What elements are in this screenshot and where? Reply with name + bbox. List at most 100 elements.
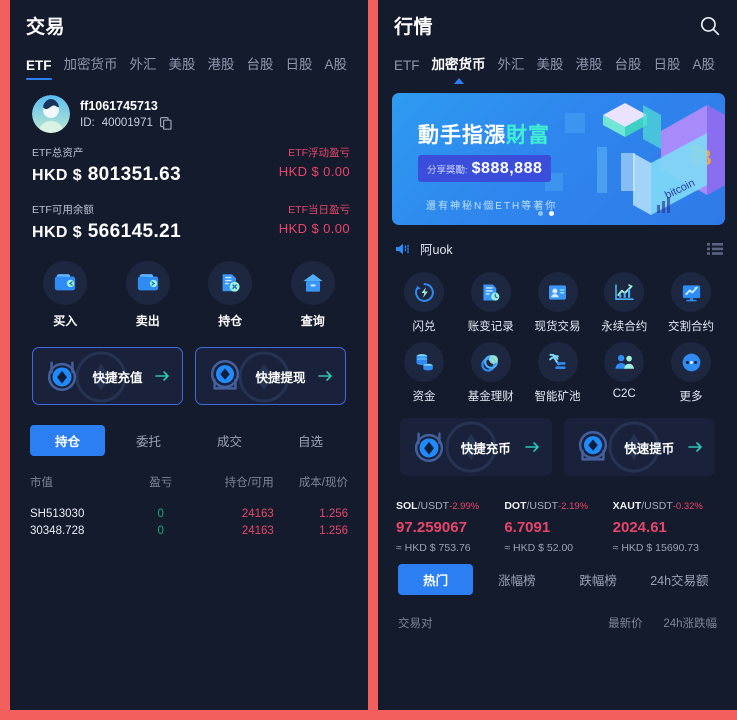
banner-dot-active[interactable] <box>549 211 554 216</box>
ticker-fiat-value: ≈ HKD $ 52.00 <box>504 542 574 554</box>
announcement-bar[interactable]: 阿uok <box>378 225 737 264</box>
tab-watchlist[interactable]: 自选 <box>273 425 348 456</box>
markets-title: 行情 <box>394 17 434 38</box>
ticker-strip: SOL/USDT-2.99% 97.259067 ≈ HKD $ 753.76 … <box>378 486 737 554</box>
feature-more[interactable]: 更多 <box>663 342 719 404</box>
people-icon <box>615 354 634 369</box>
sell-button[interactable]: 卖出 <box>125 261 170 329</box>
tab-positions[interactable]: 持仓 <box>30 425 105 456</box>
tab-hot[interactable]: 热门 <box>398 564 474 595</box>
table-row[interactable]: SH513030 0 24163 1.256 <box>10 506 368 523</box>
action-label: 卖出 <box>135 314 160 328</box>
perpetual-chart-icon <box>614 283 634 300</box>
icon-wrapper <box>671 342 711 382</box>
promo-banner[interactable]: B bitcoin 動手指漲財富 分享獎勵: <box>392 93 725 225</box>
quick-withdraw-coin-card[interactable]: 快速提币 <box>563 418 715 476</box>
banner-headline: 動手指漲財富 <box>418 119 550 149</box>
tab-label: ETF <box>394 58 420 73</box>
tab-label: 加密货币 <box>431 57 486 72</box>
ticker-price: 97.259067 <box>396 519 467 536</box>
tab-gainers[interactable]: 涨幅榜 <box>479 564 554 595</box>
icon-wrapper <box>470 272 511 312</box>
feature-futures-contract[interactable]: 交割合约 <box>663 272 719 334</box>
quick-deposit-card[interactable]: 快捷充值 <box>32 347 183 405</box>
tab-fills[interactable]: 成交 <box>192 425 267 456</box>
tab-hk-stocks-left[interactable]: 港股 <box>202 51 241 83</box>
user-id-row: ID: 40001971 <box>80 117 172 130</box>
feature-account-history[interactable]: 账变记录 <box>463 272 519 334</box>
ticker-card[interactable]: DOT/USDT-2.19% 6.7091 ≈ HKD $ 52.00 <box>504 500 612 554</box>
tab-a-shares-left[interactable]: A股 <box>319 51 354 83</box>
tab-jp-stocks-right[interactable]: 日股 <box>648 51 687 83</box>
buy-button[interactable]: 买入 <box>43 261 88 329</box>
quick-deposit-coin-card[interactable]: 快捷充币 <box>400 418 552 476</box>
tab-a-shares-right[interactable]: A股 <box>687 51 722 83</box>
total-assets-value: HKD $ 801351.63 <box>32 164 181 186</box>
feature-mining-pool[interactable]: 智能矿池 <box>530 342 586 404</box>
list-icon[interactable] <box>707 242 723 256</box>
feature-label: 永续合约 <box>601 321 648 333</box>
feature-spot-trade[interactable]: 现货交易 <box>530 272 586 334</box>
tab-orders[interactable]: 委托 <box>111 425 186 456</box>
feature-label: 现货交易 <box>534 321 581 333</box>
tab-label: 外汇 <box>497 57 525 72</box>
tab-etf-right[interactable]: ETF <box>394 56 426 83</box>
copy-icon[interactable] <box>159 117 172 130</box>
quick-withdraw-card[interactable]: 快捷提现 <box>195 347 346 405</box>
feature-funds[interactable]: 资金 <box>396 342 452 404</box>
flash-swap-icon <box>414 282 434 302</box>
eth-coin-icon <box>574 428 612 466</box>
tab-forex-left[interactable]: 外汇 <box>124 51 163 83</box>
positions-button[interactable]: 持仓 <box>208 261 253 329</box>
ticker-price: 2024.61 <box>612 519 667 536</box>
tab-forex-right[interactable]: 外汇 <box>492 51 531 83</box>
icon-wrapper <box>290 261 335 305</box>
tab-us-stocks-left[interactable]: 美股 <box>163 51 202 83</box>
icon-wrapper <box>404 342 444 382</box>
icon-wrapper <box>470 342 511 382</box>
banner-dot[interactable] <box>538 211 543 216</box>
position-table-header: 市值 盈亏 持仓/可用 成本/现价 <box>10 474 368 490</box>
floating-pnl-value: HKD $ 0.00 <box>279 164 350 179</box>
tab-etf-left[interactable]: ETF <box>26 56 58 83</box>
panel-divider <box>368 0 378 710</box>
market-table-header: 交易对 最新价 24h涨跌幅 <box>378 615 737 631</box>
arrow-right-icon <box>154 369 172 383</box>
user-profile[interactable]: ff1061745713 ID: 40001971 <box>10 83 368 135</box>
announcement-text: 阿uok <box>420 243 453 257</box>
tab-jp-stocks-left[interactable]: 日股 <box>280 51 319 83</box>
tab-label: 美股 <box>536 57 564 72</box>
cell-cost: 1.256 <box>319 508 349 520</box>
tab-hk-stocks-right[interactable]: 港股 <box>570 51 609 83</box>
search-icon[interactable] <box>699 15 721 37</box>
tab-crypto-right[interactable]: 加密货币 <box>426 51 492 84</box>
banner-reward-label: 分享獎勵: <box>427 164 468 176</box>
ticker-card[interactable]: XAUT/USDT-0.32% 2024.61 ≈ HKD $ 15690.73 <box>613 500 721 554</box>
ticker-change: -2.99% <box>449 501 480 512</box>
tab-tw-stocks-right[interactable]: 台股 <box>609 51 648 83</box>
query-button[interactable]: 查询 <box>290 261 335 329</box>
tab-volume-24h[interactable]: 24h交易额 <box>642 564 717 595</box>
quick-withdraw-label: 快捷提现 <box>255 370 306 385</box>
action-label: 持仓 <box>218 314 243 328</box>
quick-deposit-label: 快捷充值 <box>92 370 143 385</box>
arrow-right-icon <box>524 440 542 454</box>
feature-label: 智能矿池 <box>534 391 581 403</box>
tab-losers[interactable]: 跌幅榜 <box>561 564 636 595</box>
feature-flash-swap[interactable]: 闪兑 <box>396 272 452 334</box>
column-header-position-available: 持仓/可用 <box>224 477 274 489</box>
tab-label: 日股 <box>285 57 313 72</box>
tab-label: 加密货币 <box>63 57 118 72</box>
feature-fund-wealth[interactable]: 基金理财 <box>463 342 519 404</box>
tab-us-stocks-right[interactable]: 美股 <box>531 51 570 83</box>
ticker-card[interactable]: SOL/USDT-2.99% 97.259067 ≈ HKD $ 753.76 <box>396 500 504 554</box>
banner-pagination-dots[interactable] <box>538 211 554 216</box>
feature-perpetual-contract[interactable]: 永续合约 <box>596 272 652 334</box>
ticker-base: SOL <box>396 500 418 512</box>
feature-c2c[interactable]: C2C <box>596 342 652 404</box>
tab-underline <box>26 77 52 80</box>
feature-label: C2C <box>612 388 636 400</box>
tab-crypto-left[interactable]: 加密货币 <box>58 51 124 83</box>
table-row[interactable]: 30348.728 0 24163 1.256 <box>10 523 368 540</box>
tab-tw-stocks-left[interactable]: 台股 <box>241 51 280 83</box>
